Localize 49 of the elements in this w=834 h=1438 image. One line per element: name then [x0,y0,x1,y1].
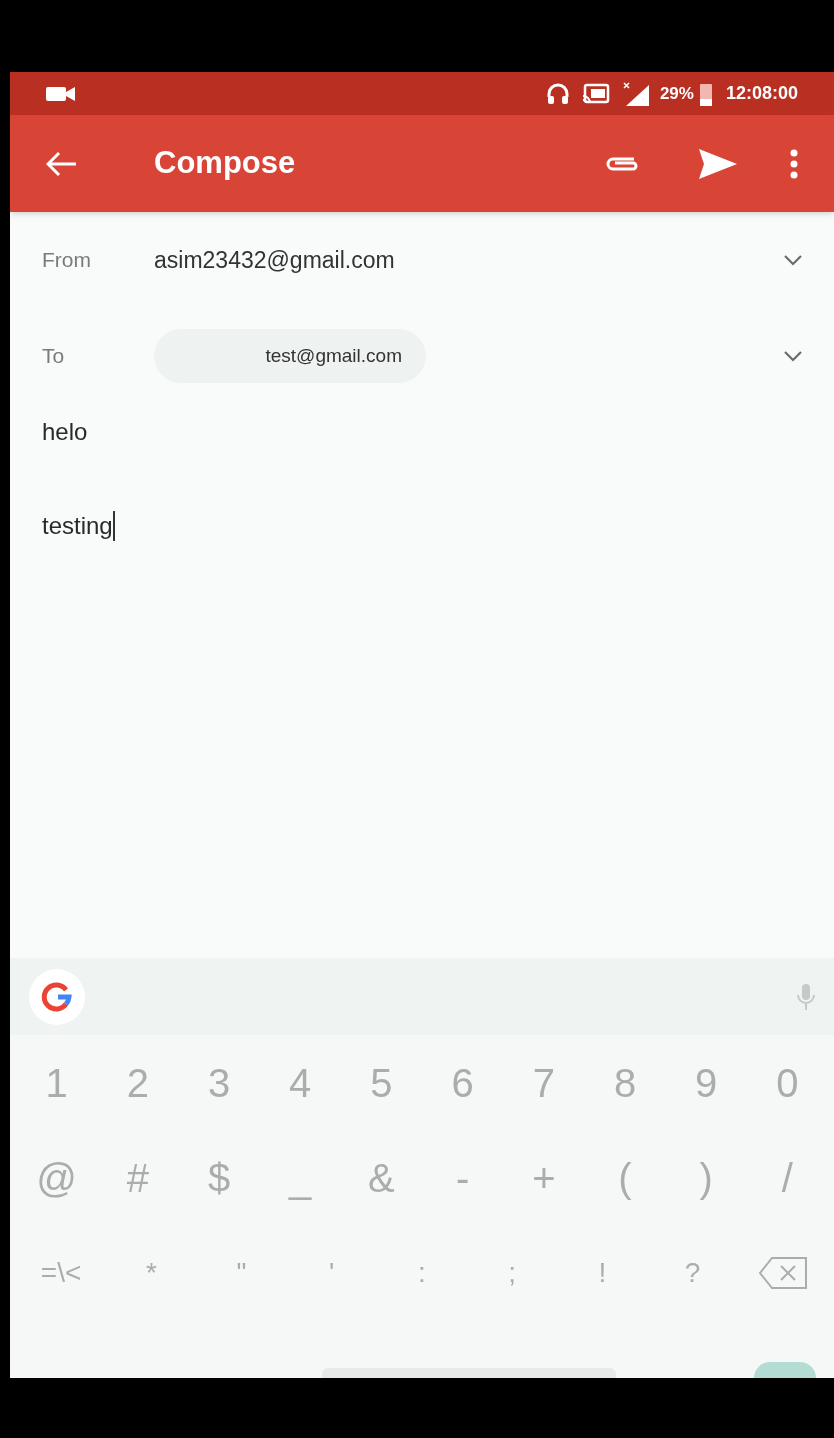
keyboard-key[interactable]: 9 [665,1052,747,1113]
keyboard-key[interactable]: @ [16,1147,98,1208]
keyboard-key[interactable]: ' [286,1251,377,1294]
keyboard-key[interactable]: 2 [97,1052,179,1113]
field-label: From [42,247,92,274]
keyboard-key[interactable]: 0 [746,1052,829,1113]
body-text[interactable]: testing [42,508,113,544]
keyboard-key[interactable]: ? [647,1251,738,1294]
keyboard-key[interactable]: 6 [422,1052,504,1113]
keyboard-key[interactable]: / [746,1147,829,1208]
more-vertical-icon[interactable] [790,148,798,179]
video-camera-icon [46,84,76,103]
keyboard-key[interactable]: 8 [584,1052,666,1113]
keyboard-key[interactable]: 3 [178,1052,260,1113]
field-label: To [42,343,66,370]
keyboard-key[interactable]: ; [467,1251,558,1294]
signal-icon [621,81,650,106]
subject-text[interactable]: helo [42,414,804,450]
keyboard-key[interactable]: 7 [503,1052,585,1113]
keyboard-key[interactable]: " [196,1251,287,1294]
keyboard-key[interactable]: 4 [259,1052,341,1113]
keyboard-key[interactable]: # [97,1147,179,1208]
sender-address[interactable]: asim23432@gmail.com [154,242,395,278]
keyboard-key[interactable]: _ [259,1147,341,1208]
keyboard-key[interactable]: =\< [16,1251,107,1294]
keyboard-key[interactable]: ( [584,1147,666,1208]
keyboard-key[interactable]: * [106,1251,197,1294]
battery-icon [699,81,712,106]
keyboard-key[interactable]: + [503,1147,585,1208]
clock: 12:08:00 [725,82,798,105]
recipient-chip[interactable]: test@gmail.com [154,329,426,383]
cast-icon [581,82,610,105]
chevron-down-icon[interactable] [782,253,804,267]
keyboard-key[interactable]: ! [557,1251,648,1294]
chevron-down-icon[interactable] [782,349,804,363]
back-arrow-icon[interactable] [46,150,78,177]
keyboard-key[interactable]: - [422,1147,504,1208]
google-logo-icon[interactable] [28,967,86,1026]
keyboard-key[interactable]: 5 [340,1052,422,1113]
text-cursor [112,511,115,541]
battery-percentage: 29% [659,82,694,105]
keyboard-key[interactable]: $ [178,1147,260,1208]
keyboard-key[interactable]: 1 [16,1052,98,1113]
headphones-icon [545,81,570,106]
keyboard-key[interactable]: ) [665,1147,747,1208]
send-icon[interactable] [698,147,738,180]
keyboard-key[interactable]: : [376,1251,468,1294]
screen-title: Compose [154,144,296,183]
keyboard-key[interactable]: & [340,1147,422,1208]
